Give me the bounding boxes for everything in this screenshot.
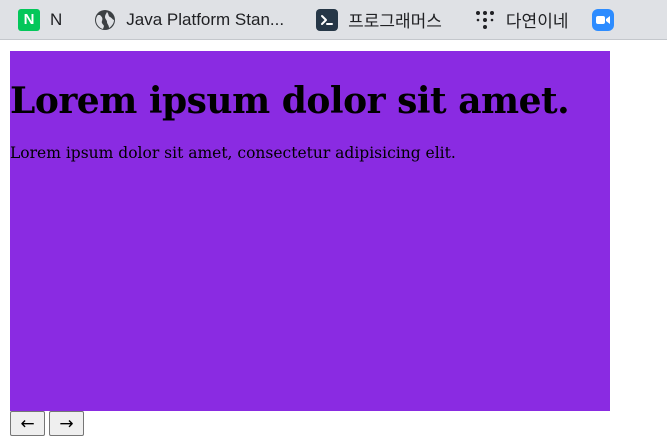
prev-button[interactable]: ← bbox=[10, 411, 45, 436]
bookmark-java-platform[interactable]: Java Platform Stan... bbox=[88, 6, 290, 34]
bookmark-label: Java Platform Stan... bbox=[126, 9, 285, 29]
programmers-icon bbox=[316, 8, 339, 31]
bookmark-label: 프로그래머스 bbox=[348, 12, 442, 31]
slide-panel: Lorem ipsum dolor sit amet. Lorem ipsum … bbox=[10, 51, 610, 411]
zoom-icon bbox=[592, 8, 615, 31]
bookmarks-bar: N N Java Platform Stan... 프로그래머스 다연이네 bbox=[0, 0, 667, 40]
bookmark-naver[interactable]: N N bbox=[12, 6, 68, 34]
bookmark-programmers[interactable]: 프로그래머스 bbox=[310, 6, 448, 34]
slide-nav: ← → bbox=[10, 411, 88, 436]
tree-dots-icon bbox=[474, 9, 496, 31]
naver-icon: N bbox=[18, 8, 40, 31]
bookmark-label: N bbox=[50, 9, 63, 29]
slide-body-text: Lorem ipsum dolor sit amet, consectetur … bbox=[10, 144, 456, 162]
bookmark-zoom[interactable] bbox=[586, 6, 630, 34]
globe-icon bbox=[94, 9, 116, 31]
bookmark-label: 다연이네 bbox=[505, 12, 569, 31]
bookmark-dayeonine[interactable]: 다연이네 bbox=[468, 6, 575, 34]
next-button[interactable]: → bbox=[49, 411, 84, 436]
slide-heading: Lorem ipsum dolor sit amet. bbox=[10, 80, 570, 122]
